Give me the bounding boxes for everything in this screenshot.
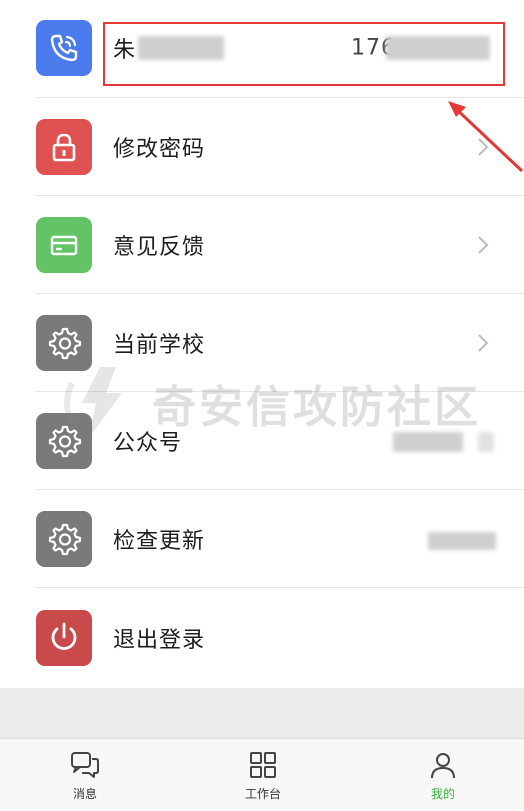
- phone-icon: [36, 20, 92, 76]
- watermark-logo-icon: [64, 367, 122, 439]
- grid-icon: [250, 752, 276, 778]
- tab-mine[interactable]: 我的: [383, 739, 503, 811]
- chevron-right-icon: [478, 334, 489, 352]
- gear-icon: [36, 511, 92, 567]
- menu-label: 退出登录: [113, 628, 206, 653]
- watermark: 奇安信攻防社区: [62, 362, 481, 444]
- chevron-right-icon: [478, 236, 489, 254]
- menu-item-check-update[interactable]: 检查更新: [0, 490, 524, 588]
- power-icon: [36, 610, 92, 666]
- menu-label: 当前学校: [113, 333, 206, 358]
- annotation-arrow-icon: [448, 101, 524, 173]
- highlight-box: [103, 22, 505, 86]
- version-value-redacted: [428, 532, 496, 550]
- user-icon: [431, 753, 455, 779]
- tab-messages[interactable]: 消息: [25, 739, 145, 811]
- bottom-tab-bar: 消息 工作台 我的: [0, 738, 524, 810]
- tab-workbench[interactable]: 工作台: [203, 739, 323, 811]
- watermark-text: 奇安信攻防社区: [152, 382, 481, 433]
- menu-label: 修改密码: [113, 137, 206, 162]
- spacer-band: [0, 688, 524, 738]
- tab-label: 工作台: [244, 787, 281, 801]
- menu-item-feedback[interactable]: 意见反馈: [0, 196, 524, 294]
- menu-item-logout[interactable]: 退出登录: [0, 588, 524, 688]
- tab-label: 我的: [430, 787, 455, 801]
- tab-label: 消息: [72, 787, 97, 801]
- card-icon: [36, 217, 92, 273]
- menu-label: 意见反馈: [113, 235, 206, 260]
- chat-icon: [71, 752, 99, 778]
- lock-icon: [36, 119, 92, 175]
- menu-label: 检查更新: [113, 529, 206, 554]
